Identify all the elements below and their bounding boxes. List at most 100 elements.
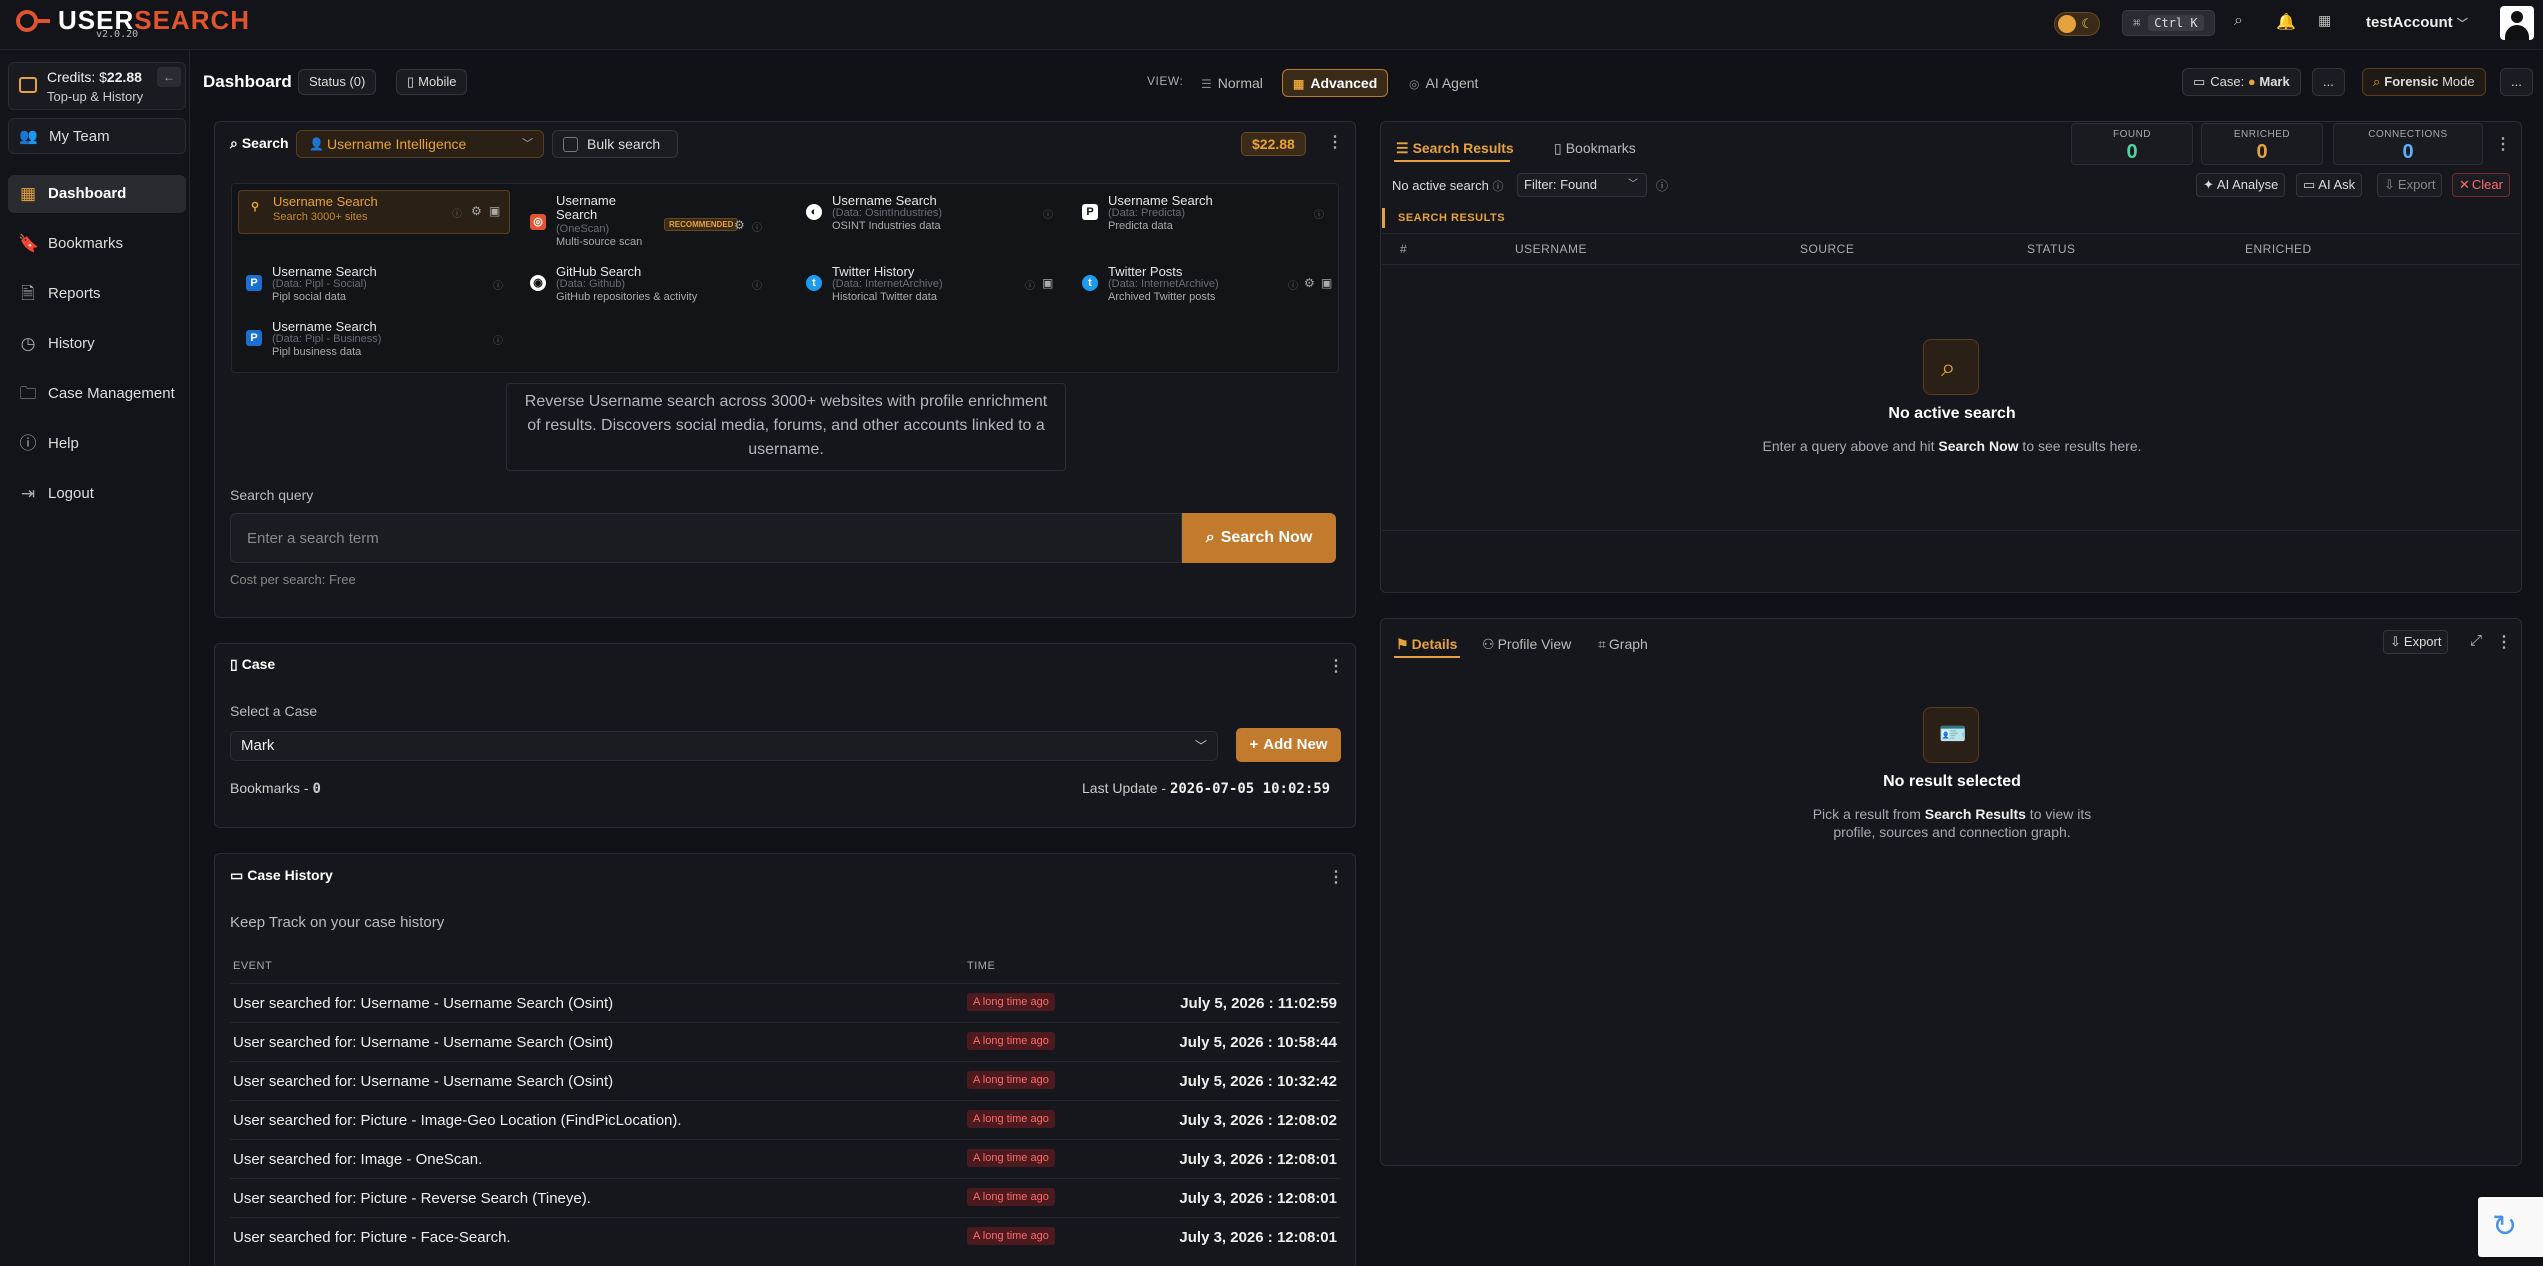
help-icon[interactable]: ⓘ <box>752 277 762 292</box>
command-palette-button[interactable]: ⌘ Ctrl K <box>2122 10 2215 36</box>
account-menu[interactable]: testAccount ﹀ <box>2366 14 2468 31</box>
module-desc: GitHub repositories & activity <box>556 291 698 303</box>
case-more-button[interactable]: ... <box>2312 68 2345 96</box>
case-history-subtitle: Keep Track on your case history <box>230 914 445 931</box>
sidebar-item-logout[interactable]: ⇥ Logout <box>8 475 186 513</box>
gear-icon[interactable]: ⚙ <box>471 204 482 218</box>
help-icon[interactable]: ⓘ <box>493 277 503 292</box>
last-update: Last Update - 2026-07-05 10:02:59 <box>1082 780 1330 797</box>
search-title-text: Search <box>241 135 289 151</box>
flag-icon: ⚑ <box>1396 636 1409 652</box>
help-icon[interactable]: ⓘ <box>1025 277 1035 292</box>
module-github-search[interactable]: ◉ GitHub Search (Data: Github) GitHub re… <box>522 261 792 305</box>
tab-profile-view[interactable]: ⚇ Profile View <box>1482 636 1571 653</box>
avatar[interactable] <box>2500 6 2534 40</box>
sidebar-item-case-management[interactable]: 🗀 Case Management <box>8 375 186 413</box>
kebab-menu-icon[interactable]: ⋮ <box>1328 656 1344 676</box>
recaptcha-badge[interactable]: ↻ <box>2478 1197 2543 1257</box>
bell-icon[interactable]: 🔔 <box>2276 12 2296 32</box>
kebab-menu-icon[interactable]: ⋮ <box>1328 867 1344 887</box>
sidebar-item-history[interactable]: ◷ History <box>8 325 186 363</box>
category-select[interactable]: 👤 Username Intelligence ﹀ <box>296 130 544 158</box>
module-username-predicta[interactable]: P Username Search (Data: Predicta) Predi… <box>1074 190 1336 234</box>
theme-toggle[interactable]: ☾ <box>2054 12 2100 36</box>
filter-select[interactable]: Filter: Found ﹀ <box>1517 173 1647 197</box>
history-time: July 3, 2026 : 12:08:01 <box>1179 1229 1337 1246</box>
help-icon[interactable]: ⓘ <box>1314 206 1324 221</box>
apps-icon[interactable]: ▦ <box>2318 12 2331 29</box>
clear-button[interactable]: ✕ Clear <box>2452 173 2510 197</box>
search-input[interactable] <box>230 513 1182 563</box>
ai-ask-button[interactable]: ▭ AI Ask <box>2296 173 2363 197</box>
module-source: (Data: InternetArchive) <box>832 278 943 290</box>
module-username-pipl-business[interactable]: P Username Search (Data: Pipl - Business… <box>238 316 510 360</box>
module-desc: Search 3000+ sites <box>273 211 368 223</box>
kebab-menu-icon[interactable]: ⋮ <box>2496 632 2512 652</box>
add-new-case-button[interactable]: + Add New <box>1236 728 1341 762</box>
credits-card[interactable]: Credits: $22.88 Top-up & History ← <box>8 62 186 110</box>
history-event: User searched for: Username - Username S… <box>233 1034 614 1051</box>
search-icon: ⌕ <box>230 135 238 151</box>
col-status: STATUS <box>2027 242 2076 256</box>
module-twitter-posts[interactable]: t Twitter Posts (Data: InternetArchive) … <box>1074 261 1336 305</box>
save-icon[interactable]: ▣ <box>1321 276 1332 290</box>
details-export-button[interactable]: ⇩ Export <box>2383 630 2449 654</box>
sidebar-item-bookmarks[interactable]: 🔖 Bookmarks <box>8 225 186 263</box>
kebab-menu-icon[interactable]: ⋮ <box>1327 132 1343 152</box>
logo-text[interactable]: USERSEARCH <box>58 5 250 36</box>
search-now-button[interactable]: ⌕ Search Now <box>1182 513 1336 563</box>
predicta-icon: P <box>1082 204 1098 220</box>
tab-graph[interactable]: ⌗ Graph <box>1598 636 1648 653</box>
bulk-search-toggle[interactable]: Bulk search <box>552 130 678 158</box>
save-icon[interactable]: ▣ <box>489 204 500 218</box>
module-title: Username <box>556 193 616 208</box>
module-twitter-history[interactable]: t Twitter History (Data: InternetArchive… <box>798 261 1068 305</box>
case-icon: ▯ <box>230 656 238 672</box>
view-ai-agent-button[interactable]: ◎ AI Agent <box>1398 69 1489 97</box>
tab-search-results[interactable]: ☰ Search Results <box>1396 140 1514 157</box>
tab-bookmarks[interactable]: ▯ Bookmarks <box>1554 140 1636 157</box>
search-icon[interactable]: ⌕ <box>2234 12 2243 30</box>
view-advanced-button[interactable]: ▦ Advanced <box>1282 69 1389 97</box>
tab-details[interactable]: ⚑ Details <box>1396 636 1457 653</box>
view-normal-button[interactable]: ☰ Normal <box>1190 69 1274 97</box>
module-desc: Pipl social data <box>272 291 346 303</box>
expand-icon[interactable]: ⤢ <box>2470 632 2482 649</box>
sidebar-item-dashboard[interactable]: ▦ Dashboard <box>8 175 186 213</box>
mobile-button[interactable]: ▯ Mobile <box>396 69 468 95</box>
mode-label: Mode <box>2442 74 2475 89</box>
case-indicator[interactable]: ▭ Case: ● Mark <box>2182 68 2301 96</box>
help-icon[interactable]: ⓘ <box>1043 206 1053 221</box>
bulk-checkbox[interactable] <box>563 137 578 152</box>
gear-icon[interactable]: ⚙ <box>734 218 745 232</box>
export-button[interactable]: ⇩ Export <box>2377 173 2443 197</box>
help-icon[interactable]: ⓘ <box>1492 181 1503 193</box>
collapse-sidebar-button[interactable]: ← <box>157 67 181 87</box>
details-empty-title: No result selected <box>1883 773 2021 790</box>
topup-link[interactable]: Top-up & History <box>47 89 143 104</box>
help-icon[interactable]: ⓘ <box>752 219 762 234</box>
module-username-onescan[interactable]: ◎ Username Search (OneScan) Multi-source… <box>522 190 792 252</box>
forensic-mode-button[interactable]: ⌕ Forensic Mode <box>2362 68 2486 96</box>
save-icon[interactable]: ▣ <box>1042 276 1053 290</box>
help-icon[interactable]: ⓘ <box>452 205 462 220</box>
case-select[interactable]: Mark ﹀ <box>230 731 1218 761</box>
help-icon[interactable]: ⓘ <box>1288 277 1298 292</box>
module-username-pipl-social[interactable]: P Username Search (Data: Pipl - Social) … <box>238 261 510 305</box>
ai-analyse-button[interactable]: ✦ AI Analyse <box>2196 173 2286 197</box>
module-username-search[interactable]: ⚲ Username Search Search 3000+ sites ⓘ ⚙… <box>238 190 510 234</box>
my-team-button[interactable]: 👥 My Team <box>8 118 186 154</box>
sidebar-item-reports[interactable]: 🗎 Reports <box>8 275 186 313</box>
gear-icon[interactable]: ⚙ <box>1304 276 1315 290</box>
time-ago-badge: A long time ago <box>967 993 1055 1011</box>
toolbar-more-button[interactable]: ... <box>2500 68 2533 96</box>
bookmarks-count: Bookmarks - 0 <box>230 780 321 797</box>
help-icon[interactable]: ⓘ <box>493 332 503 347</box>
kebab-menu-icon[interactable]: ⋮ <box>2495 134 2511 154</box>
module-username-osintindustries[interactable]: ◐ Username Search (Data: OsintIndustries… <box>798 190 1068 234</box>
stat-found: FOUND 0 <box>2071 123 2193 165</box>
status-button[interactable]: Status (0) <box>298 69 377 95</box>
sidebar-item-help[interactable]: ⓘ Help <box>8 425 186 463</box>
time-ago-badge: A long time ago <box>967 1032 1055 1050</box>
help-icon[interactable]: ⓘ <box>1656 177 1668 194</box>
